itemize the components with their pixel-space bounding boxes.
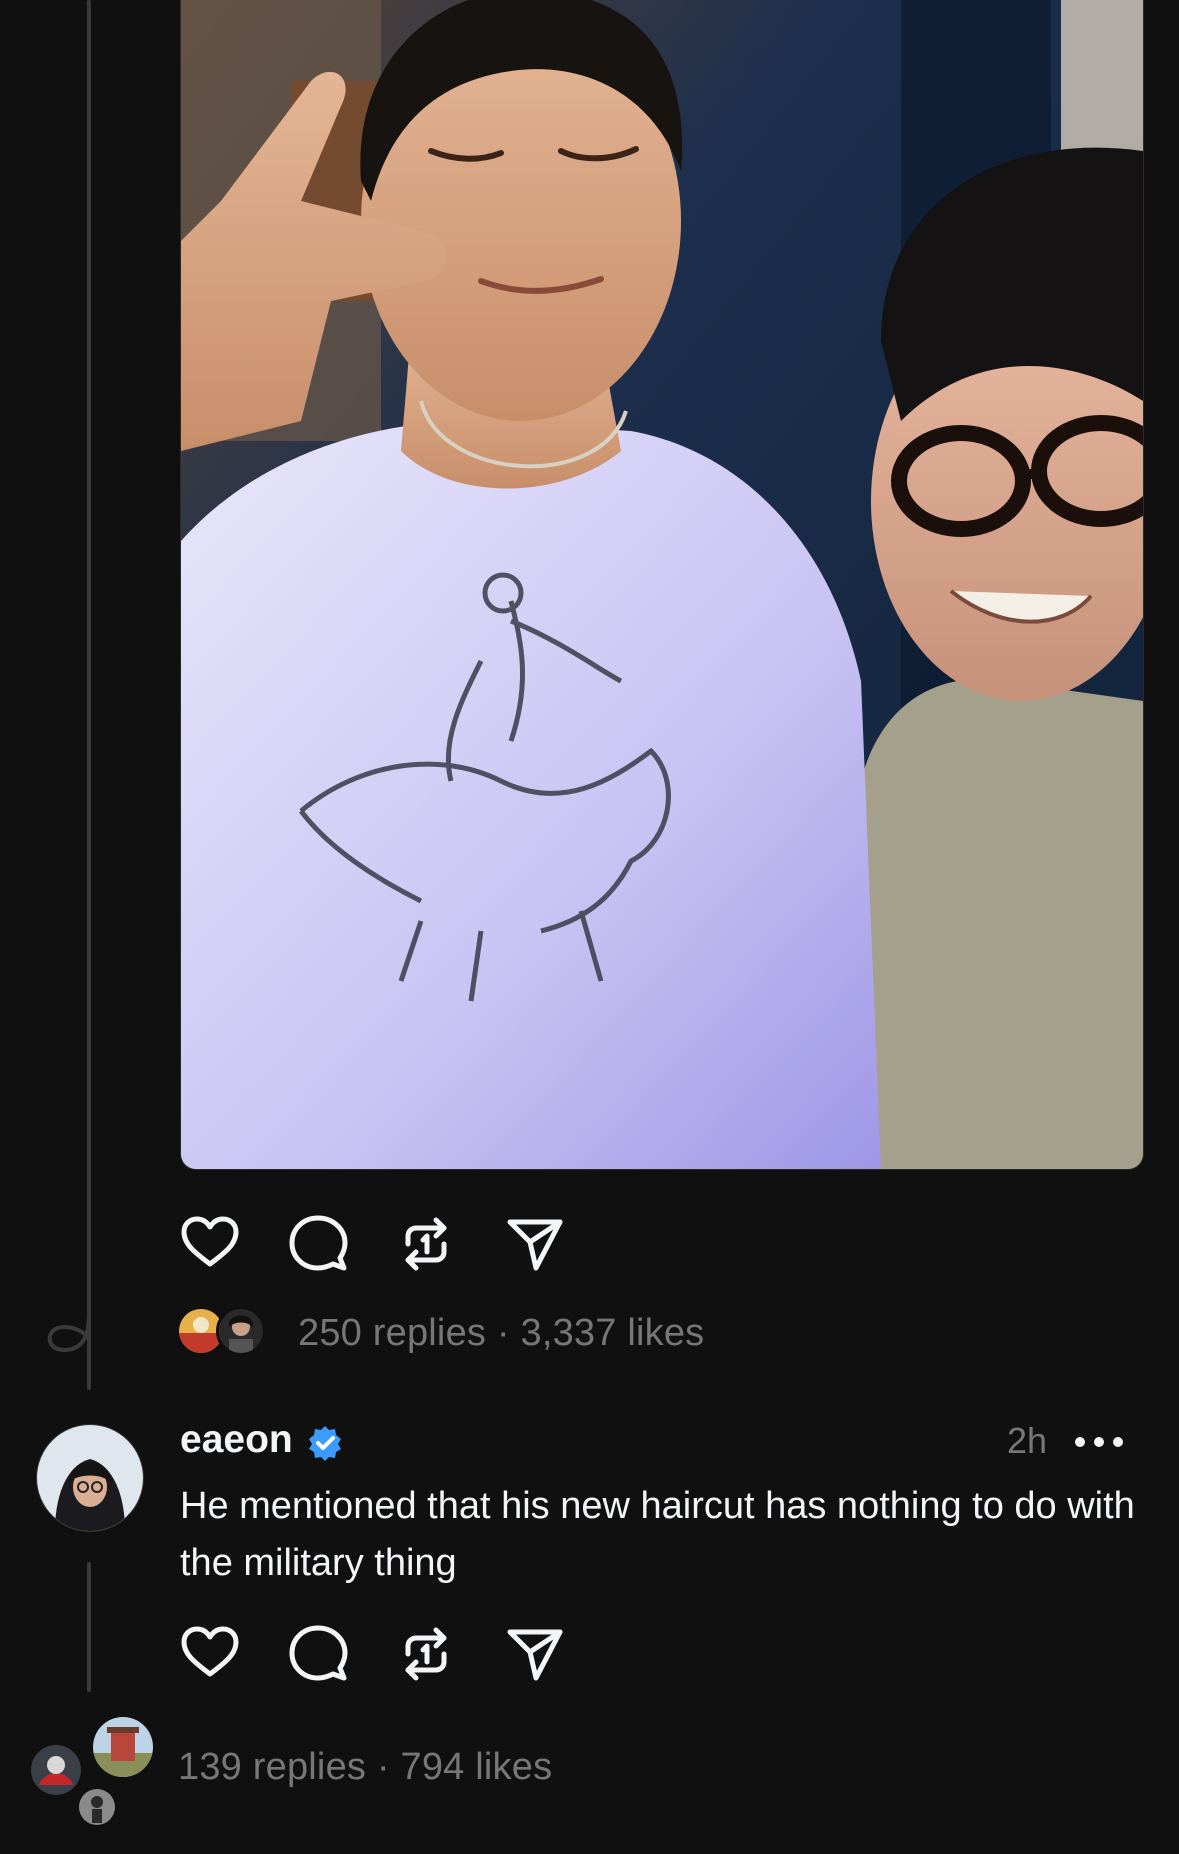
post-replies-count[interactable]: 250 replies xyxy=(298,1312,486,1354)
more-options-button[interactable] xyxy=(1075,1424,1123,1460)
reply-username[interactable]: eaeon xyxy=(180,1418,293,1462)
post-actions xyxy=(180,1214,612,1274)
reply-likes-count[interactable]: 794 likes xyxy=(401,1746,553,1788)
reply-stats: 139 replies · 794 likes xyxy=(178,1746,552,1789)
thread-line-reply xyxy=(87,1562,91,1692)
post-photo[interactable] xyxy=(180,0,1144,1170)
more-dot xyxy=(1075,1437,1085,1447)
stats-separator: · xyxy=(496,1312,510,1354)
stats-separator: · xyxy=(376,1746,390,1788)
heart-icon xyxy=(181,1626,239,1677)
post-likes-count[interactable]: 3,337 likes xyxy=(521,1312,705,1354)
replier-avatar-2 xyxy=(216,1306,266,1356)
comment-icon xyxy=(289,1625,348,1681)
reply-timestamp: 2h xyxy=(1006,1420,1047,1461)
repost-icon xyxy=(405,1217,447,1271)
like-button[interactable] xyxy=(180,1624,288,1684)
send-icon xyxy=(507,1629,563,1681)
thread-line-top xyxy=(87,0,91,1390)
reply-button[interactable] xyxy=(288,1624,396,1684)
verified-badge-icon xyxy=(309,1426,341,1461)
post-stats: 250 replies · 3,337 likes xyxy=(298,1312,704,1355)
thread-loop-icon xyxy=(47,1312,91,1353)
reply-text: He mentioned that his new haircut has no… xyxy=(180,1485,1135,1584)
reply-actions xyxy=(180,1624,612,1684)
repost-button[interactable] xyxy=(396,1624,504,1684)
share-button[interactable] xyxy=(504,1214,612,1274)
reply-button[interactable] xyxy=(288,1214,396,1274)
reply-avatar[interactable] xyxy=(36,1424,144,1532)
share-button[interactable] xyxy=(504,1624,612,1684)
reply-replies-count[interactable]: 139 replies xyxy=(178,1746,366,1788)
replier-avatar-2 xyxy=(90,1714,156,1780)
send-icon xyxy=(507,1219,563,1271)
repost-button[interactable] xyxy=(396,1214,504,1274)
repost-icon xyxy=(405,1627,447,1681)
more-dot xyxy=(1094,1437,1104,1447)
like-button[interactable] xyxy=(180,1214,288,1274)
more-dot xyxy=(1113,1437,1123,1447)
heart-icon xyxy=(181,1216,239,1267)
replier-avatar-1 xyxy=(28,1742,84,1798)
comment-icon xyxy=(289,1215,348,1271)
replier-avatar-3 xyxy=(76,1786,118,1828)
